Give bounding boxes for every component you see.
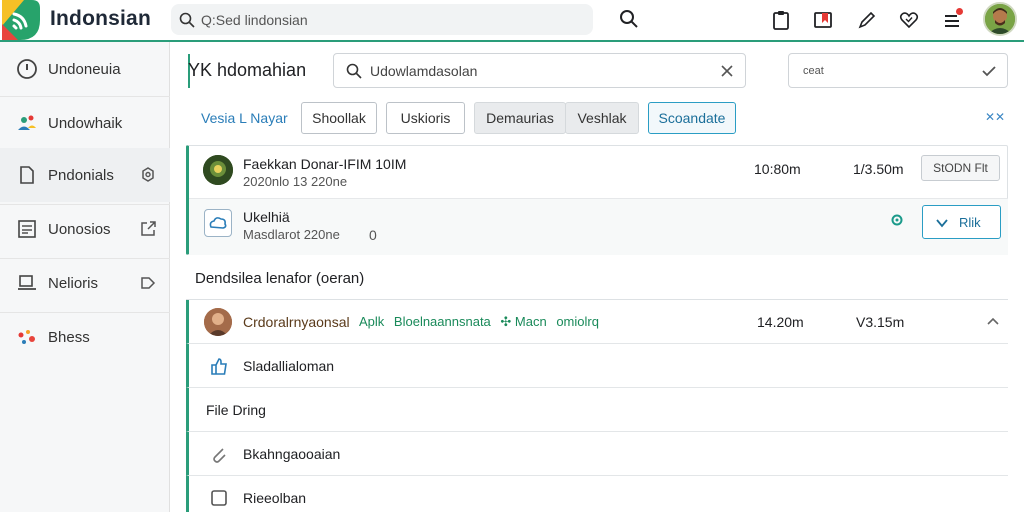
card-row2-title: Ukelhiä <box>243 209 290 225</box>
sidebar-item-2[interactable]: Pndonials <box>0 148 170 202</box>
list-item-2[interactable]: File Dring <box>186 388 1008 432</box>
sidebar-item-3[interactable]: Uonosios <box>0 202 170 256</box>
result-card: Faekkan Donar-IFIM 10IM 2020nlo 13 220ne… <box>186 145 1008 255</box>
forward-icon[interactable] <box>138 273 158 293</box>
chevron-down-icon <box>935 216 949 230</box>
list-item-label: Rieeolban <box>243 490 307 506</box>
card-row1-sub: 2020nlo 13 220ne <box>243 174 348 189</box>
close-icon[interactable] <box>719 63 735 79</box>
sidebar-item-label: Bhess <box>48 329 90 346</box>
top-bar: Indonsian Q:Sed lindonsian <box>0 0 1024 42</box>
list-item-label: Sladallialoman <box>243 358 335 374</box>
bookmark-icon[interactable] <box>812 9 834 31</box>
sidebar-item-4[interactable]: Nelioris <box>0 256 170 310</box>
list-item-label: File Dring <box>206 402 266 418</box>
chip-3[interactable]: Veshlak <box>565 102 639 134</box>
chip-4-selected[interactable]: Scoandate <box>648 102 736 134</box>
list-item-1[interactable]: Sladallialoman <box>186 344 1008 388</box>
people-icon <box>16 112 38 134</box>
info-circle-icon <box>16 58 38 80</box>
chip-1[interactable]: Uskioris <box>386 102 465 134</box>
sidebar-item-label: Pndonials <box>48 167 114 184</box>
card-avatar <box>203 155 233 185</box>
filter-select-value: ceat <box>803 65 824 77</box>
notification-badge <box>956 8 963 15</box>
device-icon <box>16 272 38 294</box>
card-row2[interactable]: Ukelhiä Masdlarot 220ne 0 Rlik <box>189 198 1008 255</box>
sidebar-item-label: Undowhaik <box>48 115 123 132</box>
chip-0[interactable]: Shoollak <box>301 102 377 134</box>
page-title: YK hdomahian <box>188 60 307 80</box>
dots-icon <box>16 326 38 348</box>
section-title: Dendsilea lenafor (oeran) <box>195 270 365 287</box>
user-avatar[interactable] <box>983 2 1017 36</box>
sidebar-item-0[interactable]: Undoneuia <box>0 42 170 96</box>
card-row1-title: Faekkan Donar-IFIM 10IM <box>243 156 407 172</box>
heart-icon[interactable] <box>898 9 920 31</box>
tag[interactable]: Aplk <box>359 314 384 329</box>
sidebar-item-label: Uonosios <box>48 221 111 238</box>
card-row2-button-label: Rlik <box>959 215 981 230</box>
list-item-tags: Aplk Bloelnaannsnata ✣ Macn omiolrq <box>359 314 605 330</box>
search-icon[interactable] <box>619 9 639 29</box>
tag[interactable]: Bloelnaannsnata <box>394 314 491 329</box>
main-search-value: Udowlamdasolan <box>370 63 478 79</box>
document-icon <box>16 164 38 186</box>
filter-select[interactable]: ceat <box>788 53 1008 88</box>
card-row1-time2: 1/3.50m <box>853 161 904 177</box>
chip-2[interactable]: Demaurias <box>474 102 566 134</box>
card-row1-time1: 10:80m <box>754 161 801 177</box>
list-item-label: Crdoralrnyaonsal <box>243 314 350 330</box>
thumbs-up-icon <box>209 356 229 376</box>
list-icon <box>16 218 38 240</box>
detail-list: Crdoralrnyaonsal Aplk Bloelnaannsnata ✣ … <box>186 299 1008 512</box>
checkbox-icon[interactable] <box>209 488 229 508</box>
app-logo-icon[interactable] <box>2 0 40 40</box>
share-icon[interactable] <box>138 219 158 239</box>
list-item-0[interactable]: Crdoralrnyaonsal Aplk Bloelnaannsnata ✣ … <box>186 300 1008 344</box>
paperclip-icon <box>209 444 229 464</box>
sidebar-item-1[interactable]: Undowhaik <box>0 96 170 150</box>
search-icon <box>346 63 362 79</box>
check-icon <box>981 63 997 79</box>
chevron-up-icon[interactable] <box>986 315 1000 329</box>
clipboard-icon[interactable] <box>770 9 792 31</box>
app-title: Indonsian <box>50 7 151 30</box>
tag[interactable]: ✣ Macn <box>500 314 546 329</box>
card-row2-sub: Masdlarot 220ne <box>243 227 340 242</box>
search-icon <box>179 12 195 28</box>
sidebar: Undoneuia Undowhaik Pndonials Uonosios N… <box>0 42 170 512</box>
list-item-3[interactable]: Bkahngaooaian <box>186 432 1008 476</box>
list-item-label: Bkahngaooaian <box>243 446 341 462</box>
tag[interactable]: omiolrq <box>556 314 599 329</box>
cloud-icon <box>204 209 232 237</box>
filter-link[interactable]: Vesia L Nayar <box>201 110 288 126</box>
card-row1-button[interactable]: StODN Flt <box>921 155 1000 181</box>
sidebar-item-label: Nelioris <box>48 275 99 292</box>
clear-filters-link[interactable]: ✕✕ <box>985 110 1005 124</box>
main-search-input[interactable]: Udowlamdasolan <box>333 53 746 88</box>
list-avatar <box>204 308 232 336</box>
global-search-input[interactable]: Q:Sed lindonsian <box>171 4 593 35</box>
pen-icon[interactable] <box>856 9 878 31</box>
sidebar-item-5[interactable]: Bhess <box>0 310 170 364</box>
settings-icon[interactable] <box>138 165 158 185</box>
global-search-placeholder: Q:Sed lindonsian <box>201 12 308 28</box>
gear-icon[interactable] <box>889 212 905 228</box>
card-row2-button[interactable]: Rlik <box>922 205 1001 239</box>
list-item-time2: V3.15m <box>856 314 905 330</box>
list-item-time1: 14.20m <box>757 314 804 330</box>
list-item-4[interactable]: Rieeolban <box>186 476 1008 512</box>
card-row2-counter: 0 <box>369 227 377 243</box>
sidebar-item-label: Undoneuia <box>48 61 121 78</box>
